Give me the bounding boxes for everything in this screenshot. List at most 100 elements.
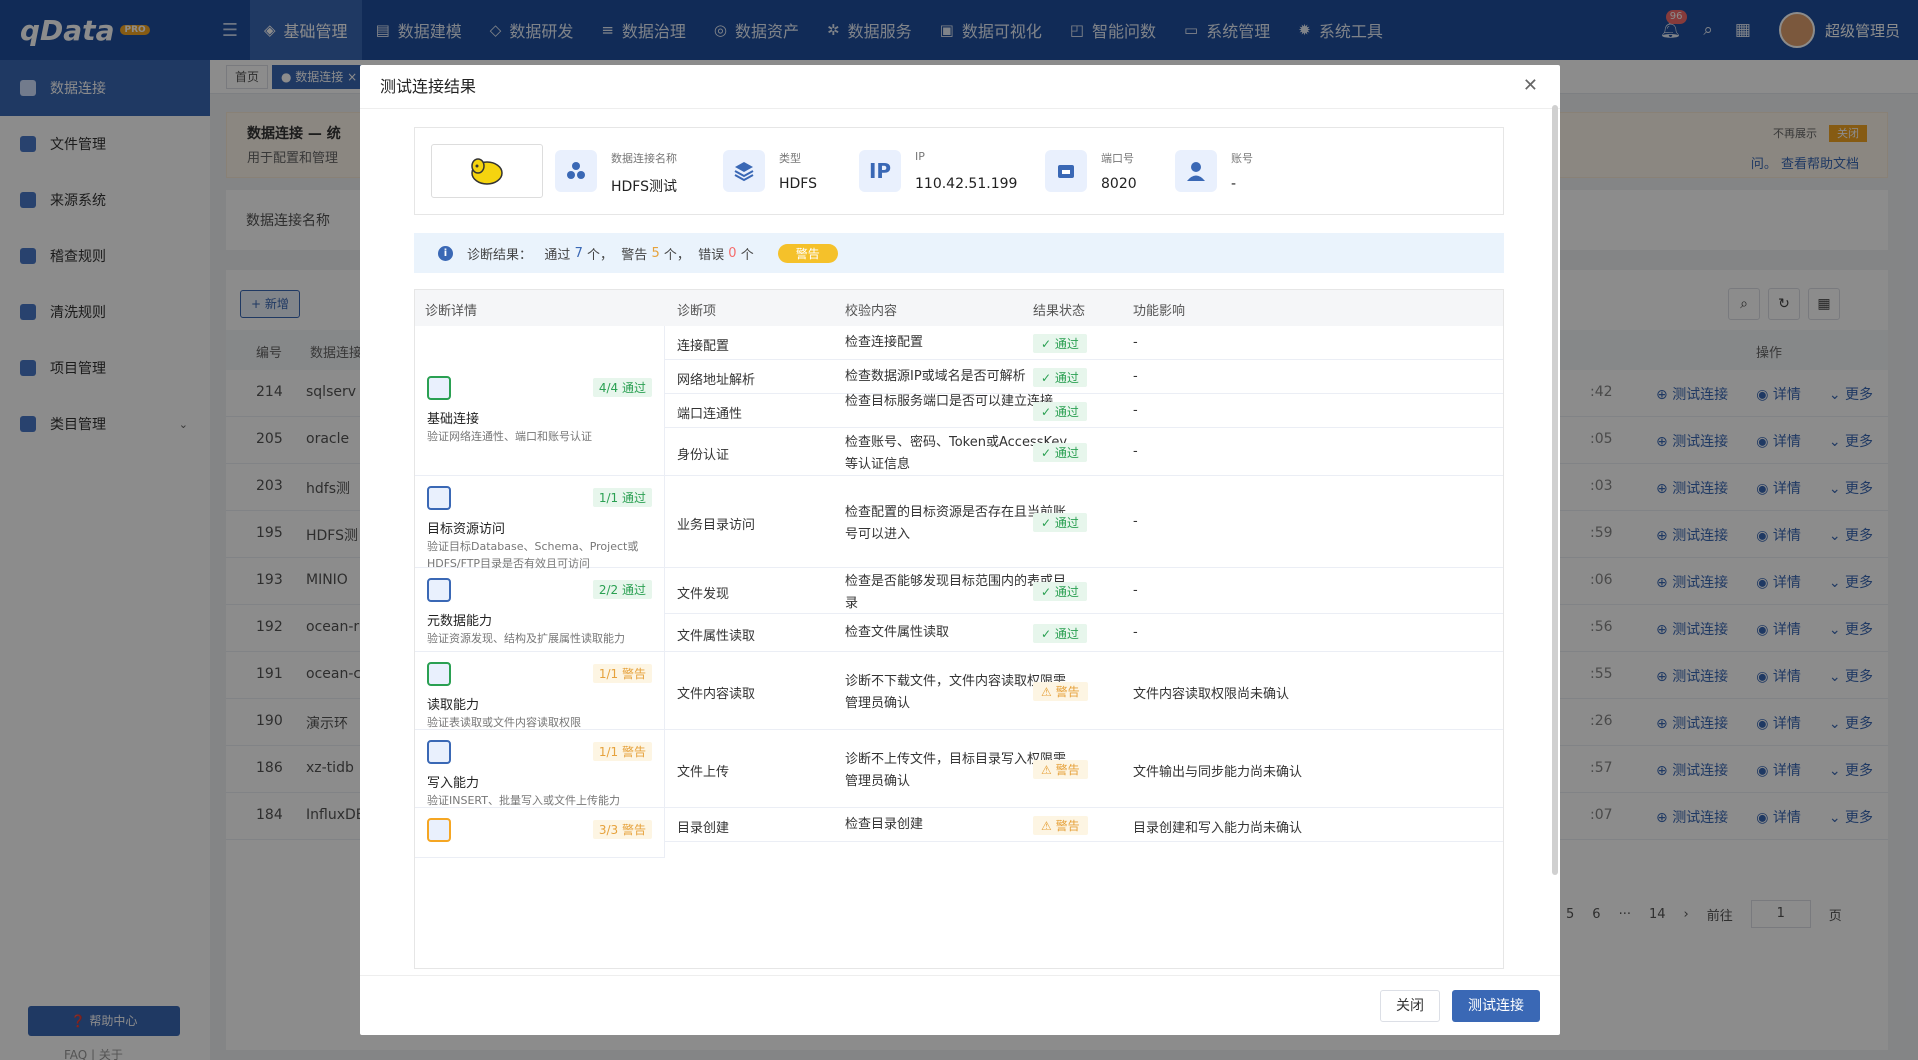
group-title: 目标资源访问 (427, 522, 506, 537)
modal-scrollbar[interactable] (1552, 105, 1558, 875)
info-label-ip: IP (915, 150, 925, 163)
status-tag: ✓ 通过 (1033, 334, 1087, 353)
check-circle-icon: ✓ (1041, 446, 1055, 460)
info-value-name: HDFS测试 (611, 179, 678, 195)
connection-info: 数据连接名称 HDFS测试 类型 HDFS IP IP 110.42.51.19… (414, 127, 1504, 215)
col-status: 结果状态 (1033, 304, 1086, 319)
info-value-account: - (1231, 176, 1237, 192)
group-badge: 1/1 警告 (592, 742, 652, 761)
status-label: 警告 (1055, 819, 1080, 833)
group-title: 写入能力 (427, 776, 480, 791)
diagnosis-group: 1/1 警告读取能力验证表读取或文件内容读取权限 (415, 652, 665, 730)
diagnosis-group: 1/1 警告 写入能力 验证INSERT、批量写入或文件上传能力 (415, 730, 665, 808)
close-button[interactable]: 关闭 (1380, 990, 1440, 1022)
status-tag: ⚠ 警告 (1033, 816, 1088, 835)
diagnosis-row: 目录创建 检查目录创建 ⚠ 警告 目录创建和写入能力尚未确认 (665, 808, 1503, 842)
diagnosis-row: 文件上传 诊断不上传文件，目标目录写入权限需管理员确认 ⚠ 警告 文件输出与同步能力尚… (665, 730, 1503, 808)
status-label: 通过 (1054, 371, 1079, 385)
info-label-type: 类型 (779, 152, 801, 165)
status-tag: ✓ 通过 (1033, 443, 1087, 462)
diag-item: 身份认证 (677, 448, 730, 463)
diag-impact: - (1133, 444, 1138, 459)
diag-item: 文件发现 (677, 587, 730, 602)
diag-item: 目录创建 (677, 821, 730, 836)
diag-warn-suffix: 个， (663, 247, 690, 263)
col-impact: 功能影响 (1133, 304, 1186, 319)
user-icon (1175, 150, 1217, 192)
diag-pass-count: 7 (574, 245, 583, 261)
diagnosis-group: 4/4 通过 基础连接 验证网络连通性、端口和账号认证 (415, 326, 665, 476)
warning-icon: ⚠ (1041, 819, 1056, 833)
col-check: 校验内容 (845, 304, 898, 319)
info-label-name: 数据连接名称 (611, 152, 677, 165)
status-tag: ✓ 通过 (1033, 368, 1087, 387)
diag-err-prefix: 错误 (698, 247, 725, 263)
status-label: 警告 (1055, 685, 1080, 699)
diag-label: 诊断结果： (467, 247, 533, 263)
status-tag: ✓ 通过 (1033, 402, 1087, 421)
status-label: 通过 (1054, 446, 1079, 460)
diagnosis-row: 业务目录访问 检查配置的目标资源是否存在且当前账号可以进入 ✓ 通过 - (665, 476, 1503, 568)
modal-title: 测试连接结果 (360, 65, 1560, 109)
col-item: 诊断项 (677, 304, 717, 319)
diag-impact: - (1133, 514, 1138, 529)
group-desc: 验证表读取或文件内容读取权限 (427, 716, 581, 729)
status-tag: ✓ 通过 (1033, 624, 1087, 643)
diag-item: 业务目录访问 (677, 518, 756, 533)
info-label-port: 端口号 (1101, 152, 1134, 165)
group-title: 读取能力 (427, 698, 480, 713)
diagnosis-table: 诊断详情 诊断项 校验内容 结果状态 功能影响 4/4 通过 基础连接 验证网络连通… (414, 289, 1504, 969)
diag-item: 文件属性读取 (677, 629, 756, 644)
diag-err-count: 0 (728, 245, 737, 261)
status-tag: ⚠ 警告 (1033, 760, 1088, 779)
test-connection-button[interactable]: 测试连接 (1452, 990, 1540, 1022)
check-circle-icon: ✓ (1041, 405, 1055, 419)
diagnosis-row: 端口连通性 检查目标服务端口是否可以建立连接 ✓ 通过 - (665, 394, 1503, 428)
diag-item: 文件内容读取 (677, 687, 756, 702)
diagnosis-row: 文件发现 检查是否能够发现目标范围内的表或目录 ✓ 通过 - (665, 568, 1503, 614)
status-label: 通过 (1054, 337, 1079, 351)
check-circle-icon: ✓ (1041, 516, 1055, 530)
diag-impact: 文件内容读取权限尚未确认 (1133, 687, 1290, 702)
diag-err-suffix: 个 (740, 247, 754, 263)
group-desc: 验证资源发现、结构及扩展属性读取能力 (427, 632, 625, 645)
warning-icon: ⚠ (1041, 685, 1056, 699)
close-icon[interactable]: ✕ (1523, 75, 1538, 96)
diagnosis-summary: i 诊断结果： 通过 7 个， 警告 5 个， 错误 0 个 警告 (414, 233, 1504, 273)
group-badge: 1/1 通过 (592, 488, 652, 507)
info-icon: i (438, 245, 453, 261)
status-tag: ✓ 通过 (1033, 513, 1087, 532)
port-icon (1045, 150, 1087, 192)
diagnosis-group: 2/2 通过 元数据能力 验证资源发现、结构及扩展属性读取能力 (415, 568, 665, 652)
diag-impact: - (1133, 583, 1138, 598)
overall-status-badge: 警告 (777, 243, 838, 263)
hadoop-logo (431, 144, 543, 198)
diag-warn-prefix: 警告 (621, 247, 648, 263)
info-value-port: 8020 (1101, 176, 1137, 192)
col-detail: 诊断详情 (425, 304, 478, 319)
diag-impact: - (1133, 625, 1138, 640)
status-label: 通过 (1054, 585, 1079, 599)
diag-warn-count: 5 (651, 245, 660, 261)
ip-icon: IP (859, 150, 901, 192)
diagnosis-row: 身份认证 检查账号、密码、Token或AccessKey等认证信息 ✓ 通过 - (665, 428, 1503, 476)
diag-item: 端口连通性 (677, 407, 743, 422)
diag-pass-prefix: 通过 (544, 247, 571, 263)
group-icon (427, 662, 451, 686)
diagnosis-row: 连接配置 检查连接配置 ✓ 通过 - (665, 326, 1503, 360)
diagnosis-row: 文件属性读取 检查文件属性读取 ✓ 通过 - (665, 614, 1503, 652)
layers-icon (723, 150, 765, 192)
group-badge: 3/3 警告 (592, 820, 652, 839)
diagnosis-group: 3/3 警告 (415, 808, 665, 858)
diag-item: 文件上传 (677, 765, 730, 780)
group-icon (427, 578, 451, 602)
diagnosis-row: 文件内容读取 诊断不下载文件，文件内容读取权限需管理员确认 ⚠ 警告 文件内容读取权限… (665, 652, 1503, 730)
group-title: 基础连接 (427, 412, 480, 427)
group-badge: 1/1 警告 (592, 664, 652, 683)
modal-footer: 关闭 测试连接 (360, 975, 1560, 1035)
info-label-account: 账号 (1231, 152, 1253, 165)
cluster-icon (555, 150, 597, 192)
diag-impact: - (1133, 403, 1138, 418)
diag-pass-suffix: 个， (587, 247, 614, 263)
group-icon (427, 376, 451, 400)
